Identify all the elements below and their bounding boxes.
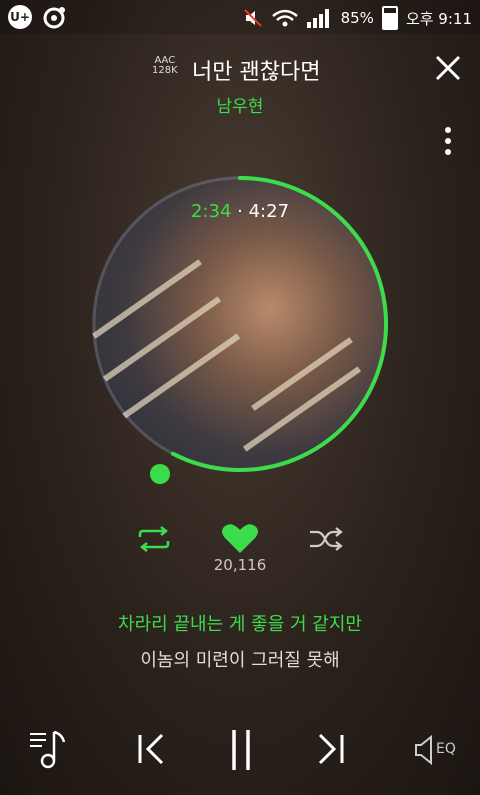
more-options-icon[interactable] [440, 126, 456, 156]
quality-bitrate: 128K [152, 65, 178, 76]
time-separator: · [237, 201, 243, 222]
next-track-icon[interactable] [314, 732, 346, 766]
signal-icon [306, 9, 329, 28]
current-time: 2:34 [190, 201, 232, 222]
progress-thumb[interactable] [148, 462, 172, 486]
close-icon[interactable] [432, 52, 464, 84]
eq-label: EQ [436, 741, 456, 757]
pause-icon[interactable] [226, 728, 256, 772]
music-notification-icon [43, 7, 65, 29]
repeat-icon[interactable] [136, 526, 172, 552]
time-readout: 2:34 · 4:27 [0, 201, 480, 222]
like-count: 20,116 [213, 556, 267, 574]
lyric-next-line[interactable]: 이놈의 미련이 그러질 못해 [0, 646, 480, 672]
artist-name[interactable]: 남우현 [0, 92, 480, 117]
wifi-icon [271, 9, 298, 27]
clock: 오후 9:11 [405, 9, 472, 28]
status-bar: U+ 85% 오후 9:11 [0, 0, 480, 34]
battery-icon [381, 6, 398, 30]
equalizer-button[interactable]: EQ [414, 734, 460, 766]
shuffle-icon[interactable] [308, 526, 344, 552]
total-time: 4:27 [248, 201, 290, 222]
app-badge-text: U+ [10, 10, 30, 24]
mute-icon [243, 9, 262, 27]
previous-track-icon[interactable] [136, 732, 168, 766]
quality-badge: AAC 128K [152, 56, 178, 76]
playlist-icon[interactable] [28, 728, 70, 770]
uplus-app-icon: U+ [8, 5, 32, 29]
battery-percent: 85% [340, 9, 374, 27]
speaker-icon [415, 734, 432, 766]
song-title: 너만 괜찮다면 [192, 60, 321, 85]
like-heart-icon[interactable] [221, 522, 259, 554]
lyric-current-line[interactable]: 차라리 끝내는 게 좋을 거 같지만 [0, 610, 480, 636]
